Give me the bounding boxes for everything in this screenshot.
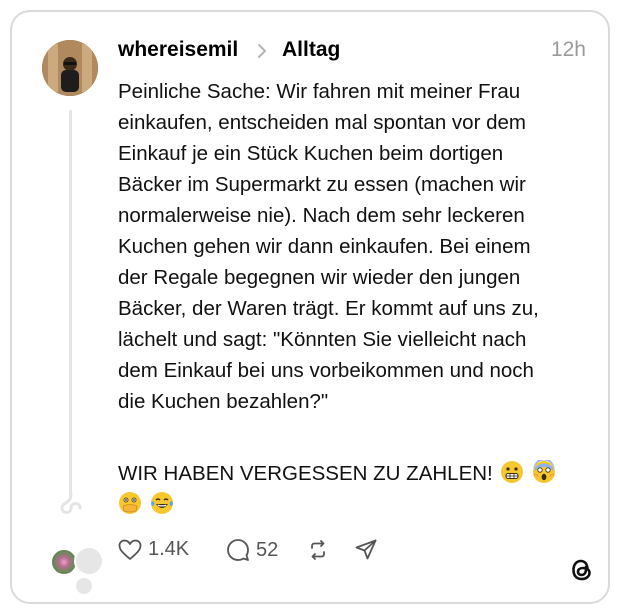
topic-tag-link[interactable]: Alltag (282, 38, 340, 62)
thread-end-loop-icon (60, 492, 82, 514)
chevron-right-icon (258, 44, 266, 58)
post-timestamp: 12h (550, 38, 586, 61)
like-count: 1.4K (148, 538, 190, 560)
user-avatar[interactable] (42, 40, 98, 96)
reply-button[interactable]: 52 (226, 538, 278, 562)
post-card: whereisemil Alltag 12h Peinliche Sache: … (10, 10, 610, 604)
reply-count: 52 (256, 538, 279, 561)
share-button[interactable] (354, 538, 378, 562)
like-button[interactable]: 1.4K (118, 538, 189, 561)
post-header: whereisemil Alltag 12h (118, 36, 598, 66)
username-link[interactable]: whereisemil (118, 38, 238, 62)
post-emphasis-text: WIR HABEN VERGESSEN ZU ZAHLEN! (118, 462, 493, 485)
repost-button[interactable] (306, 538, 330, 562)
face-with-tears-of-joy-icon (150, 492, 173, 514)
post-body-text: Peinliche Sache: Wir fahren mit meiner F… (118, 80, 539, 413)
grimacing-face-icon (501, 461, 524, 483)
reply-avatar (74, 546, 104, 576)
thread-line (69, 110, 72, 500)
face-screaming-in-fear-icon (533, 460, 556, 483)
post-emphasis-line: WIR HABEN VERGESSEN ZU ZAHLEN! (118, 458, 588, 520)
post-actions: 1.4K 52 (118, 538, 598, 568)
share-icon (355, 539, 377, 560)
threads-logo-icon (572, 559, 591, 581)
comment-bubble-icon (227, 539, 249, 561)
heart-icon (118, 539, 142, 560)
reply-avatars[interactable] (48, 542, 108, 598)
repost-icon (311, 540, 325, 560)
face-with-hand-over-mouth-icon (119, 492, 141, 514)
reply-avatar (74, 576, 94, 596)
